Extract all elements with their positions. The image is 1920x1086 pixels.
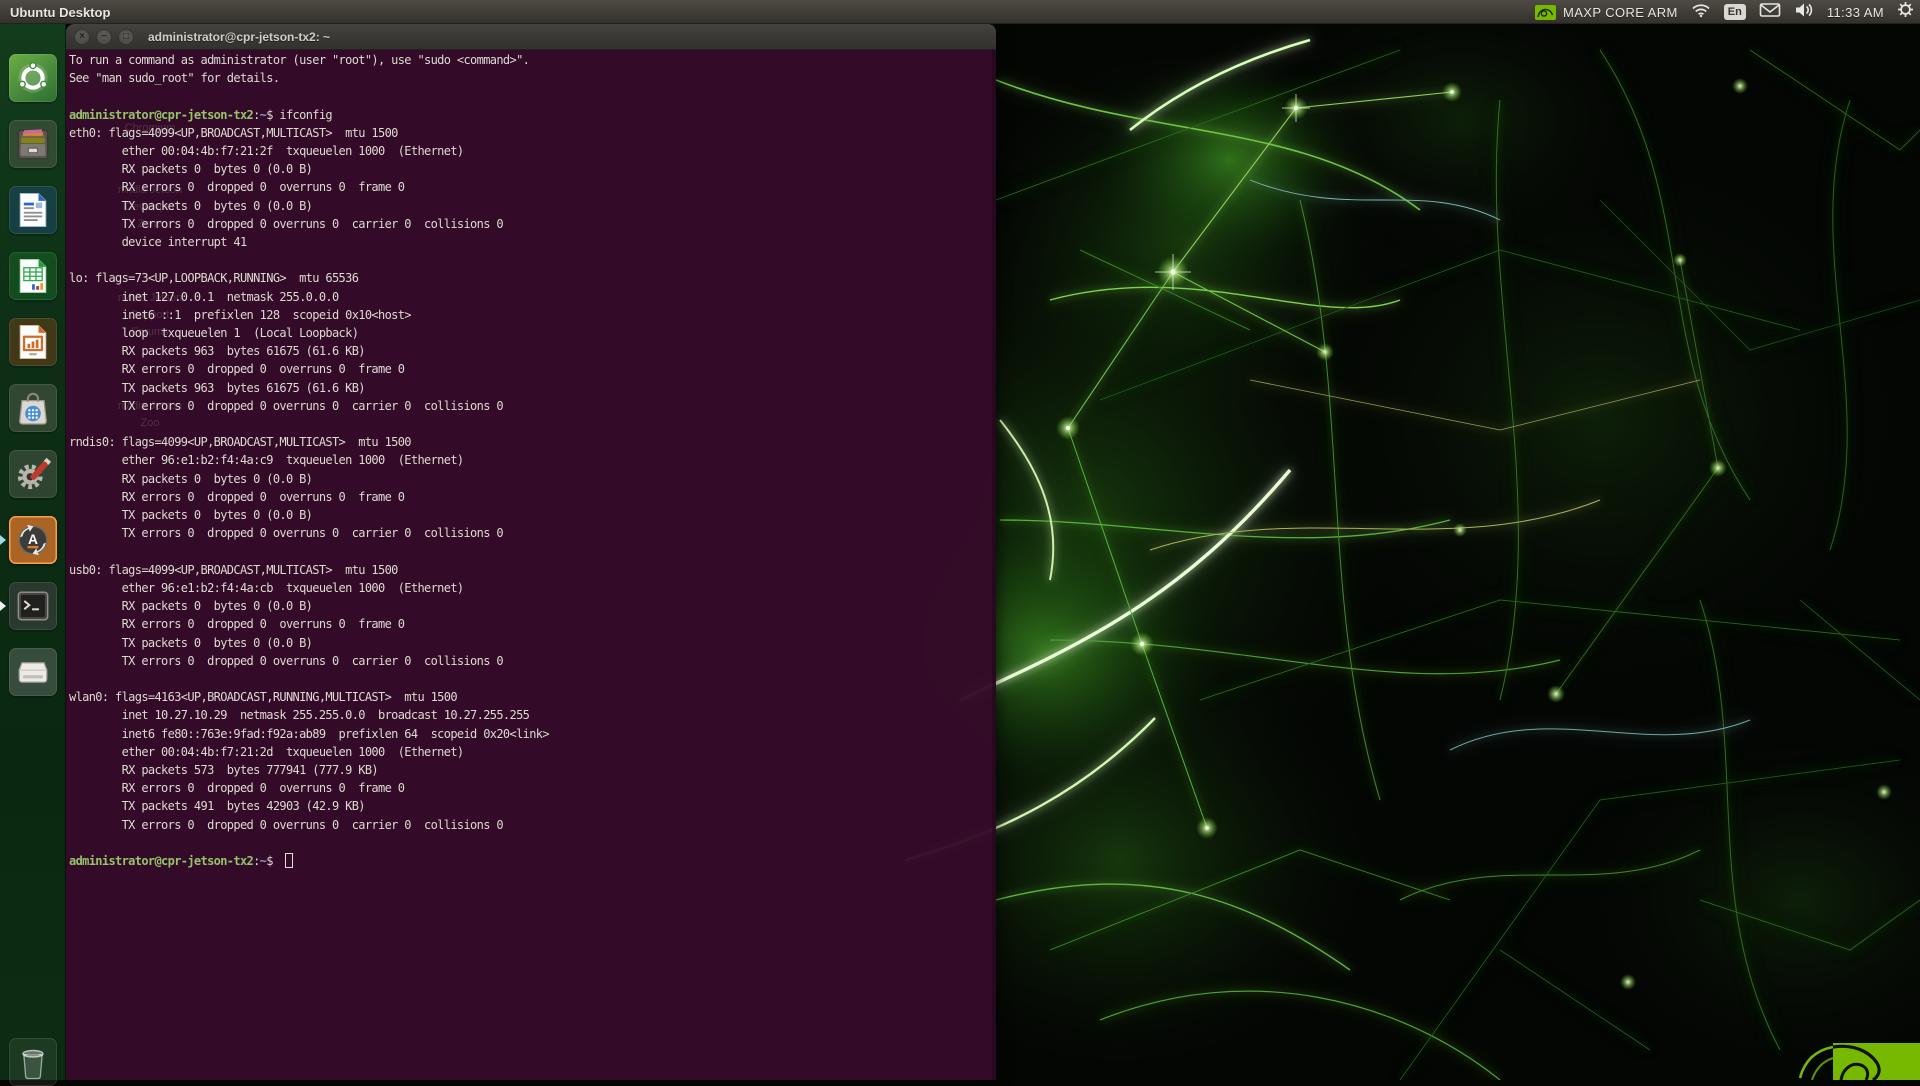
keyboard-layout-indicator[interactable]: En: [1724, 4, 1746, 20]
window-maximize-button[interactable]: □: [118, 29, 134, 45]
launcher-item-disks[interactable]: [9, 648, 57, 696]
terminal-output: To run a command as administrator (user …: [69, 51, 549, 870]
system-settings-icon: [11, 452, 55, 496]
nvidia-power-mode-label: MAXP CORE ARM: [1563, 5, 1678, 20]
sound-volume-icon[interactable]: [1794, 2, 1814, 23]
terminal-cursor: [285, 853, 293, 868]
launcher-item-ubuntu-software[interactable]: [9, 384, 57, 432]
nvidia-power-mode-indicator[interactable]: MAXP CORE ARM: [1535, 0, 1678, 24]
launcher-item-ubuntu[interactable]: [9, 54, 57, 102]
terminal-scrollbar[interactable]: [992, 50, 996, 1080]
unity-launcher: A: [0, 24, 66, 1080]
top-panel: Ubuntu Desktop MAXP CORE ARM En: [0, 0, 1920, 24]
window-title: administrator@cpr-jetson-tx2: ~: [148, 30, 330, 44]
launcher-item-trash[interactable]: [9, 1038, 57, 1086]
ubuntu-software-icon: [11, 386, 55, 430]
libreoffice-impress-icon: [11, 320, 55, 364]
window-minimize-button[interactable]: −: [96, 29, 112, 45]
launcher-item-libreoffice-writer[interactable]: [9, 186, 57, 234]
launcher-item-software-updater[interactable]: A: [9, 516, 57, 564]
clock[interactable]: 11:33 AM: [1827, 5, 1884, 20]
terminal-body[interactable]: Chromium nvidia Jetson Developer Zone nv…: [66, 50, 996, 1080]
session-gear-icon[interactable]: [1897, 1, 1914, 23]
launcher-item-files[interactable]: [9, 120, 57, 168]
software-updater-icon: A: [11, 518, 55, 562]
launcher-item-libreoffice-calc[interactable]: [9, 252, 57, 300]
svg-text:A: A: [28, 532, 38, 547]
libreoffice-calc-icon: [11, 254, 55, 298]
desktop-app-label: Ubuntu Desktop: [10, 0, 110, 24]
messages-envelope-icon[interactable]: [1759, 2, 1781, 23]
window-titlebar[interactable]: × − □ administrator@cpr-jetson-tx2: ~: [66, 24, 996, 50]
disk-drive-icon: [11, 650, 55, 694]
window-close-button[interactable]: ×: [74, 29, 90, 45]
libreoffice-writer-icon: [11, 188, 55, 232]
ubuntu-logo-icon: [11, 56, 55, 100]
running-pip-software-updater: [0, 535, 6, 545]
launcher-item-terminal[interactable]: [9, 582, 57, 630]
launcher-item-libreoffice-impress[interactable]: [9, 318, 57, 366]
launcher-item-system-settings[interactable]: [9, 450, 57, 498]
running-pip-terminal: [0, 601, 6, 611]
nvidia-gpu-icon: [1535, 5, 1556, 20]
terminal-window: × − □ administrator@cpr-jetson-tx2: ~ Ch…: [66, 24, 996, 1080]
files-cabinet-icon: [11, 122, 55, 166]
trash-icon: [11, 1040, 55, 1084]
terminal-icon: [11, 584, 55, 628]
network-wifi-icon[interactable]: [1691, 2, 1711, 23]
